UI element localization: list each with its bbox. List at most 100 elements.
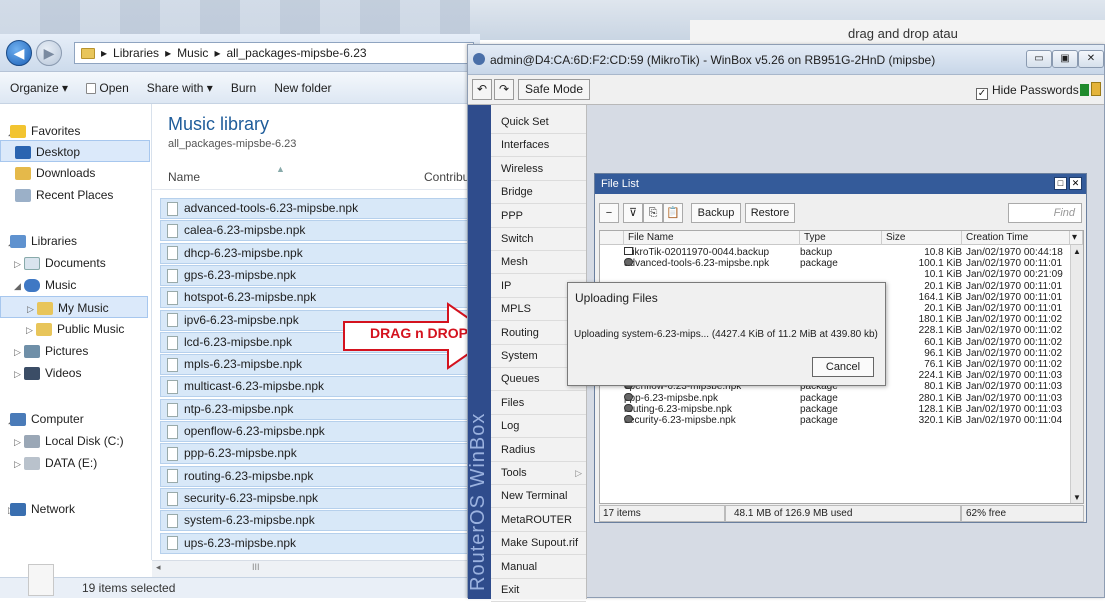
menu-item-interfaces[interactable]: Interfaces [491, 134, 586, 158]
column-type[interactable]: Type [800, 231, 882, 245]
find-input[interactable]: Find [1008, 203, 1082, 223]
music-icon [24, 279, 40, 293]
nav-favorites[interactable]: ◢Favorites [0, 120, 150, 142]
menu-item-quick-set[interactable]: Quick Set [491, 111, 586, 134]
column-menu-icon[interactable]: ▾ [1070, 231, 1083, 245]
nav-music[interactable]: ◢ Music [0, 274, 150, 296]
copy-icon[interactable]: ⎘ [643, 203, 663, 223]
file-row[interactable]: ups-6.23-mipsbe.npk [160, 532, 480, 554]
paste-icon[interactable]: 📋 [663, 203, 683, 223]
column-creation-time[interactable]: Creation Time [962, 231, 1070, 245]
background-tabs [0, 0, 470, 34]
file-row[interactable]: gps-6.23-mipsbe.npk [160, 264, 480, 286]
nav-public-music[interactable]: ▷ Public Music [0, 318, 150, 340]
menu-item-make-supout-rif[interactable]: Make Supout.rif [491, 532, 586, 556]
file-table-row[interactable]: advanced-tools-6.23-mipsbe.npk package 100… [600, 258, 1070, 269]
column-size[interactable]: Size [882, 231, 962, 245]
nav-my-music[interactable]: ▷ My Music [0, 296, 148, 318]
forward-button[interactable]: ▶ [36, 40, 62, 66]
file-row[interactable]: advanced-tools-6.23-mipsbe.npk [160, 198, 480, 219]
file-row[interactable]: ntp-6.23-mipsbe.npk [160, 398, 480, 420]
file-time-cell: Jan/02/1970 00:11:03 [966, 403, 1063, 415]
scroll-up-icon[interactable]: ▲ [1073, 247, 1081, 256]
menu-item-metarouter[interactable]: MetaROUTER [491, 509, 586, 532]
file-table-row[interactable]: 10.1 KiB Jan/02/1970 00:21:09 [600, 269, 1070, 280]
undo-icon[interactable]: ↶ [472, 79, 492, 100]
nav-pictures[interactable]: ▷ Pictures [0, 340, 150, 362]
scroll-down-icon[interactable]: ▼ [1073, 493, 1081, 502]
file-time-cell: Jan/02/1970 00:11:01 [966, 303, 1063, 314]
nav-local-disk[interactable]: ▷ Local Disk (C:) [0, 430, 150, 452]
cancel-button[interactable]: Cancel [812, 357, 874, 377]
safe-mode-button[interactable]: Safe Mode [518, 79, 590, 100]
nav-network[interactable]: ▷Network [0, 498, 150, 520]
share-with-button[interactable]: Share with ▾ [147, 81, 213, 95]
file-icon [167, 357, 178, 372]
file-row[interactable]: ppp-6.23-mipsbe.npk [160, 443, 480, 465]
filter-icon[interactable]: ⊽ [623, 203, 643, 223]
redo-icon[interactable]: ↷ [494, 79, 514, 100]
breadcrumb-music[interactable]: Music [177, 46, 208, 60]
menu-item-log[interactable]: Log [491, 415, 586, 439]
horizontal-scrollbar[interactable]: ◂ III [152, 560, 480, 577]
menu-item-wireless[interactable]: Wireless [491, 158, 586, 181]
new-folder-button[interactable]: New folder [274, 81, 331, 95]
column-file-name[interactable]: File Name [624, 231, 800, 245]
file-row[interactable]: security-6.23-mipsbe.npk [160, 487, 480, 509]
file-row[interactable]: calea-6.23-mipsbe.npk [160, 220, 480, 242]
file-row[interactable]: system-6.23-mipsbe.npk [160, 510, 480, 532]
menu-item-manual[interactable]: Manual [491, 556, 586, 579]
menu-item-exit[interactable]: Exit [491, 579, 586, 602]
column-name[interactable]: Name [168, 170, 200, 184]
back-button[interactable]: ◀ [6, 40, 32, 66]
file-row[interactable]: dhcp-6.23-mipsbe.npk [160, 242, 480, 264]
menu-item-radius[interactable]: Radius [491, 439, 586, 462]
menu-item-mesh[interactable]: Mesh [491, 251, 586, 275]
winbox-brand-bar: RouterOS WinBox [468, 105, 491, 599]
file-table-row[interactable]: security-6.23-mipsbe.npk package 320.1 KiB… [600, 415, 1070, 426]
nav-downloads[interactable]: Downloads [0, 162, 150, 184]
open-button[interactable]: Open [86, 81, 129, 95]
maximize-button[interactable]: ▣ [1052, 50, 1078, 68]
breadcrumb-folder[interactable]: all_packages-mipsbe-6.23 [226, 46, 366, 60]
menu-item-files[interactable]: Files [491, 392, 586, 415]
nav-videos[interactable]: ▷ Videos [0, 362, 150, 384]
winbox-app-icon [473, 53, 485, 65]
menu-item-ppp[interactable]: PPP [491, 205, 586, 228]
menu-item-tools[interactable]: Tools ▷ [491, 462, 586, 485]
scroll-grip-icon[interactable]: III [252, 562, 260, 572]
folder-icon [81, 47, 95, 59]
organize-button[interactable]: Organize ▾ [10, 81, 68, 95]
minimize-button[interactable]: ▭ [1026, 50, 1052, 68]
file-row[interactable]: multicast-6.23-mipsbe.npk [160, 376, 480, 398]
breadcrumb-libraries[interactable]: Libraries [113, 46, 159, 60]
nav-data-drive[interactable]: ▷ DATA (E:) [0, 452, 150, 474]
scroll-left-icon[interactable]: ◂ [156, 562, 161, 573]
menu-item-new-terminal[interactable]: New Terminal [491, 485, 586, 509]
nav-documents[interactable]: ▷ Documents [0, 252, 150, 274]
menu-item-switch[interactable]: Switch [491, 228, 586, 251]
nav-desktop[interactable]: Desktop [0, 140, 150, 162]
hide-passwords-checkbox[interactable]: ✓ Hide Passwords [976, 83, 1079, 100]
close-button[interactable]: ✕ [1069, 177, 1082, 190]
menu-item-bridge[interactable]: Bridge [491, 181, 586, 205]
file-row[interactable]: routing-6.23-mipsbe.npk [160, 465, 480, 487]
nav-computer[interactable]: ◢Computer [0, 408, 150, 430]
nav-recent-places[interactable]: Recent Places [0, 184, 150, 206]
burn-button[interactable]: Burn [231, 81, 256, 95]
column-contributing[interactable]: Contribut [424, 170, 473, 184]
file-table-row[interactable]: MikroTik-02011970-0044.backup backup 10.8 … [600, 247, 1070, 258]
nav-libraries[interactable]: ◢Libraries [0, 230, 150, 252]
file-size-cell: 164.1 KiB [918, 291, 962, 303]
backup-button[interactable]: Backup [691, 203, 741, 223]
file-table-row[interactable]: routing-6.23-mipsbe.npk package 128.1 KiB J… [600, 403, 1070, 415]
checkbox-checked-icon[interactable]: ✓ [976, 88, 988, 100]
restore-button[interactable]: Restore [745, 203, 795, 223]
file-row[interactable]: openflow-6.23-mipsbe.npk [160, 421, 480, 442]
maximize-button[interactable]: □ [1054, 177, 1067, 190]
vertical-scrollbar[interactable]: ▲ ▼ [1070, 245, 1083, 503]
breadcrumb[interactable]: ▸ Libraries ▸ Music ▸ all_packages-mipsb… [74, 42, 474, 64]
file-table-row[interactable]: ppp-6.23-mipsbe.npk package 280.1 KiB Jan/0… [600, 392, 1070, 404]
remove-icon[interactable]: − [599, 203, 619, 223]
close-button[interactable]: ✕ [1078, 50, 1104, 68]
